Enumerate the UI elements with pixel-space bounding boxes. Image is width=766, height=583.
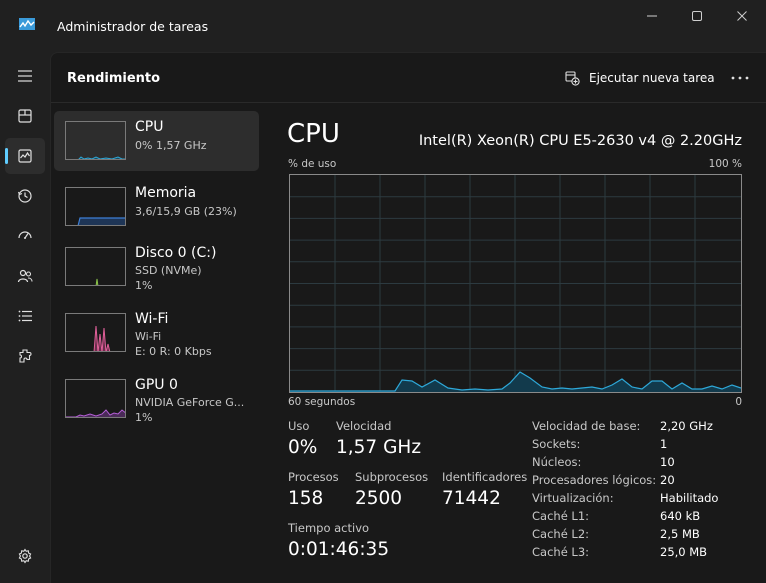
device-item-wifi[interactable]: Wi-Fi Wi-Fi E: 0 R: 0 Kbps <box>54 303 259 363</box>
nav-details[interactable] <box>5 298 45 334</box>
device-name: GPU 0 <box>135 377 178 393</box>
graph-x-start-label: 60 segundos <box>288 396 356 408</box>
device-name: CPU <box>135 119 164 135</box>
nav-app-history[interactable] <box>5 178 45 214</box>
navigation-rail <box>0 52 50 583</box>
nav-startup[interactable] <box>5 218 45 254</box>
l1-cache-value: 640 kB <box>660 509 701 523</box>
hamburger-icon <box>18 70 32 82</box>
maximize-icon <box>692 11 702 21</box>
base-speed-value: 2,20 GHz <box>660 419 713 433</box>
sockets-label: Sockets: <box>532 437 581 451</box>
handles-value: 71442 <box>442 488 501 509</box>
details-icon <box>18 310 32 322</box>
usage-label: Uso <box>288 419 310 433</box>
startup-icon <box>18 231 32 239</box>
wifi-thumbnail-graph <box>65 313 126 352</box>
processes-value: 158 <box>288 488 324 509</box>
run-task-label: Ejecutar nueva tarea <box>589 71 715 85</box>
uptime-value: 0:01:46:35 <box>288 539 390 560</box>
graph-x-end-label: 0 <box>735 396 742 408</box>
device-item-gpu[interactable]: GPU 0 NVIDIA GeForce G... 1% <box>54 369 259 429</box>
detail-title: CPU <box>287 119 340 149</box>
window-title: Administrador de tareas <box>57 19 209 34</box>
gear-icon <box>18 548 32 564</box>
l2-cache-label: Caché L2: <box>532 527 590 541</box>
more-icon <box>731 76 749 80</box>
cores-value: 10 <box>660 455 675 469</box>
device-detail: 0% 1,57 GHz <box>135 139 207 152</box>
users-icon <box>17 269 33 283</box>
cpu-model: Intel(R) Xeon(R) CPU E5-2630 v4 @ 2.20GH… <box>418 133 742 149</box>
app-history-icon <box>17 189 32 203</box>
device-detail: SSD (NVMe) <box>135 264 202 277</box>
uptime-label: Tiempo activo <box>288 521 370 535</box>
logical-processors-label: Procesadores lógicos: <box>532 473 657 487</box>
device-usage: 1% <box>135 411 153 424</box>
handles-label: Identificadores <box>442 470 528 484</box>
nav-settings[interactable] <box>5 538 45 574</box>
l3-cache-value: 25,0 MB <box>660 545 708 559</box>
performance-icon <box>18 149 32 163</box>
task-manager-app-icon <box>19 18 35 30</box>
device-detail: 3,6/15,9 GB (23%) <box>135 205 237 218</box>
virtualization-label: Virtualización: <box>532 491 614 505</box>
nav-active-indicator <box>5 148 8 164</box>
run-new-task-button[interactable]: Ejecutar nueva tarea <box>565 67 715 89</box>
processes-label: Procesos <box>288 470 339 484</box>
speed-value: 1,57 GHz <box>336 437 422 458</box>
device-name: Memoria <box>135 185 197 201</box>
l2-cache-value: 2,5 MB <box>660 527 700 541</box>
usage-value: 0% <box>288 437 318 458</box>
threads-label: Subprocesos <box>355 470 429 484</box>
virtualization-value: Habilitado <box>660 491 719 505</box>
device-item-disk[interactable]: Disco 0 (C:) SSD (NVMe) 1% <box>54 237 259 297</box>
close-icon <box>737 11 747 21</box>
cores-label: Núcleos: <box>532 455 582 469</box>
logical-processors-value: 20 <box>660 473 675 487</box>
more-options-button[interactable] <box>729 68 751 88</box>
threads-value: 2500 <box>355 488 403 509</box>
device-name: Wi-Fi <box>135 311 169 327</box>
nav-menu-button[interactable] <box>5 58 45 94</box>
nav-performance[interactable] <box>5 138 45 174</box>
page-title: Rendimiento <box>67 71 161 86</box>
device-detail: NVIDIA GeForce G... <box>135 396 245 409</box>
disk-thumbnail-graph <box>65 247 126 286</box>
device-detail: Wi-Fi <box>135 330 162 343</box>
graph-max-label: 100 % <box>708 158 742 170</box>
device-name: Disco 0 (C:) <box>135 245 217 261</box>
l3-cache-label: Caché L3: <box>532 545 590 559</box>
device-item-memory[interactable]: Memoria 3,6/15,9 GB (23%) <box>54 177 259 237</box>
device-usage: E: 0 R: 0 Kbps <box>135 345 212 358</box>
nav-users[interactable] <box>5 258 45 294</box>
cpu-usage-graph <box>289 174 742 393</box>
maximize-button[interactable] <box>686 8 708 24</box>
close-button[interactable] <box>731 8 753 24</box>
title-bar: Administrador de tareas <box>0 0 766 52</box>
main-panel: Rendimiento Ejecutar nueva tarea CPU 0% … <box>50 52 766 583</box>
device-usage: 1% <box>135 279 153 292</box>
minimize-icon <box>647 15 657 17</box>
nav-services[interactable] <box>5 338 45 374</box>
cpu-thumbnail-graph <box>65 121 126 160</box>
minimize-button[interactable] <box>641 8 663 24</box>
run-task-icon <box>565 70 580 86</box>
page-header: Rendimiento Ejecutar nueva tarea <box>51 53 766 103</box>
graph-y-label: % de uso <box>288 158 337 170</box>
base-speed-label: Velocidad de base: <box>532 419 641 433</box>
gpu-thumbnail-graph <box>65 379 126 418</box>
services-icon <box>19 349 32 363</box>
sockets-value: 1 <box>660 437 668 451</box>
device-item-cpu[interactable]: CPU 0% 1,57 GHz <box>54 111 259 171</box>
memory-thumbnail-graph <box>65 187 126 226</box>
l1-cache-label: Caché L1: <box>532 509 590 523</box>
speed-label: Velocidad <box>336 419 392 433</box>
processes-icon <box>18 109 32 123</box>
nav-processes[interactable] <box>5 98 45 134</box>
